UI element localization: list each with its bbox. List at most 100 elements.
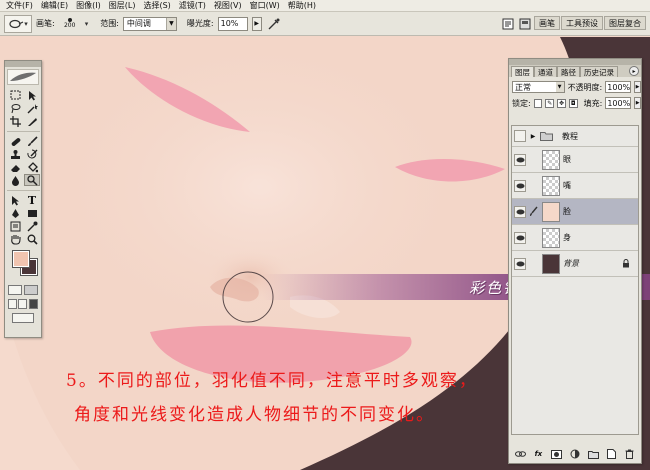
- type-tool[interactable]: T: [24, 194, 40, 207]
- brush-dropdown-icon[interactable]: ▾: [85, 20, 89, 28]
- opacity-input[interactable]: 100%: [605, 81, 632, 93]
- notes-tool[interactable]: [7, 220, 23, 232]
- dodge-tool[interactable]: [24, 174, 40, 186]
- layer-mouth[interactable]: 嘴: [512, 173, 638, 199]
- jump-to-imageready-button[interactable]: [12, 313, 34, 323]
- screen-mode-standard[interactable]: [7, 299, 17, 309]
- history-brush-tool[interactable]: [24, 148, 40, 160]
- visibility-toggle[interactable]: [514, 231, 526, 244]
- paint-bucket-tool[interactable]: [24, 161, 40, 173]
- eyedropper-tool[interactable]: [24, 220, 40, 232]
- note-icon: [10, 221, 20, 231]
- tool-preset-picker[interactable]: ▾: [4, 14, 32, 33]
- screen-mode-full[interactable]: [29, 299, 39, 309]
- move-tool[interactable]: [24, 89, 40, 101]
- visibility-toggle[interactable]: [514, 179, 526, 192]
- well-tab-brushes[interactable]: 画笔: [534, 16, 560, 30]
- blend-mode-value: 正常: [515, 82, 531, 92]
- menu-file[interactable]: 文件(F): [2, 0, 37, 11]
- pen-tool[interactable]: [7, 207, 23, 219]
- folder-icon: [587, 450, 599, 459]
- quick-mask-button[interactable]: [24, 285, 38, 295]
- well-tab-layer-comps[interactable]: 图层复合: [604, 16, 646, 30]
- tip-line-2: 角度和光线变化造成人物细节的不同变化。: [74, 405, 435, 425]
- panel-menu-button[interactable]: ▸: [629, 66, 639, 76]
- menu-layer[interactable]: 图层(L): [105, 0, 140, 11]
- blur-tool[interactable]: [7, 174, 23, 186]
- magic-wand-tool[interactable]: [24, 102, 40, 114]
- expand-arrow-icon[interactable]: ▶: [529, 133, 537, 140]
- fill-slider-button[interactable]: ▶: [634, 97, 642, 109]
- layer-background[interactable]: 背景: [512, 251, 638, 277]
- toolbox-titlebar[interactable]: [5, 61, 41, 67]
- new-group-button[interactable]: [587, 449, 599, 460]
- airbrush-toggle[interactable]: [266, 16, 282, 32]
- hand-tool[interactable]: [7, 233, 23, 245]
- tab-history[interactable]: 历史记录: [580, 66, 618, 77]
- visibility-toggle[interactable]: [514, 205, 526, 218]
- marquee-tool[interactable]: [7, 89, 23, 101]
- tab-layers[interactable]: 图层: [511, 66, 534, 77]
- menu-help[interactable]: 帮助(H): [284, 0, 320, 11]
- add-mask-button[interactable]: [551, 449, 563, 460]
- fill-input[interactable]: 100%: [605, 97, 632, 109]
- well-tab-tool-presets[interactable]: 工具预设: [561, 16, 603, 30]
- lock-image-toggle[interactable]: ✎: [545, 98, 555, 108]
- brush-picker[interactable]: 200: [59, 14, 81, 34]
- menu-image[interactable]: 图像(I): [72, 0, 105, 11]
- tab-paths[interactable]: 路径: [557, 66, 580, 77]
- screen-mode-menubar[interactable]: [18, 299, 28, 309]
- lock-all-toggle[interactable]: ◘: [568, 98, 578, 108]
- foreground-color-swatch[interactable]: [12, 250, 30, 268]
- layer-name: 嘴: [563, 181, 571, 190]
- active-brush-slot[interactable]: [529, 206, 539, 218]
- crop-tool[interactable]: [7, 115, 23, 127]
- visibility-toggle[interactable]: [514, 130, 526, 142]
- range-select[interactable]: 中间调 ▼: [122, 16, 177, 31]
- new-layer-button[interactable]: [606, 449, 618, 460]
- standard-mode-button[interactable]: [8, 285, 22, 295]
- healing-brush-tool[interactable]: [7, 135, 23, 147]
- link-slot[interactable]: [529, 154, 539, 166]
- layer-style-button[interactable]: fx: [532, 449, 544, 460]
- menu-edit[interactable]: 编辑(E): [37, 0, 72, 11]
- delete-layer-button[interactable]: [624, 449, 636, 460]
- lock-transparency-toggle[interactable]: [533, 98, 543, 108]
- blend-mode-select[interactable]: 正常 ▼: [512, 81, 565, 93]
- tab-channels[interactable]: 通道: [534, 66, 557, 77]
- feather-logo-button[interactable]: [7, 69, 39, 85]
- visibility-toggle[interactable]: [514, 153, 526, 166]
- path-selection-tool[interactable]: [7, 194, 23, 206]
- brush-tool[interactable]: [24, 135, 40, 147]
- menu-select[interactable]: 选择(S): [139, 0, 174, 11]
- magic-wand-icon: [27, 103, 38, 113]
- opacity-slider-button[interactable]: ▶: [634, 81, 641, 93]
- link-slot[interactable]: [529, 180, 539, 192]
- menu-filter[interactable]: 滤镜(T): [175, 0, 210, 11]
- menu-window[interactable]: 窗口(W): [246, 0, 284, 11]
- eraser-icon: [10, 164, 20, 172]
- toggle-palettes-button[interactable]: [517, 16, 533, 32]
- link-slot[interactable]: [529, 232, 539, 244]
- layer-body[interactable]: 身: [512, 225, 638, 251]
- clone-stamp-tool[interactable]: [7, 148, 23, 160]
- lasso-tool[interactable]: [7, 102, 23, 114]
- link-layers-button[interactable]: [514, 449, 526, 460]
- visibility-toggle[interactable]: [514, 257, 526, 270]
- layer-face[interactable]: 脸: [512, 199, 638, 225]
- layer-group-tutorial[interactable]: ▶ 教程: [512, 126, 638, 147]
- zoom-tool[interactable]: [24, 233, 40, 245]
- lock-position-toggle[interactable]: ✥: [557, 98, 566, 108]
- shape-tool[interactable]: [24, 207, 40, 219]
- range-label: 范围:: [100, 19, 119, 28]
- exposure-slider-button[interactable]: ▶: [251, 16, 262, 31]
- eraser-tool[interactable]: [7, 161, 23, 173]
- exposure-input[interactable]: 10%: [217, 16, 248, 31]
- file-browser-button[interactable]: [500, 16, 516, 32]
- link-slot[interactable]: [529, 258, 539, 270]
- menu-view[interactable]: 视图(V): [210, 0, 246, 11]
- paintbrush-icon: [530, 206, 538, 216]
- layer-eye[interactable]: 眼: [512, 147, 638, 173]
- adjustment-layer-button[interactable]: [569, 449, 581, 460]
- slice-tool[interactable]: [24, 115, 40, 127]
